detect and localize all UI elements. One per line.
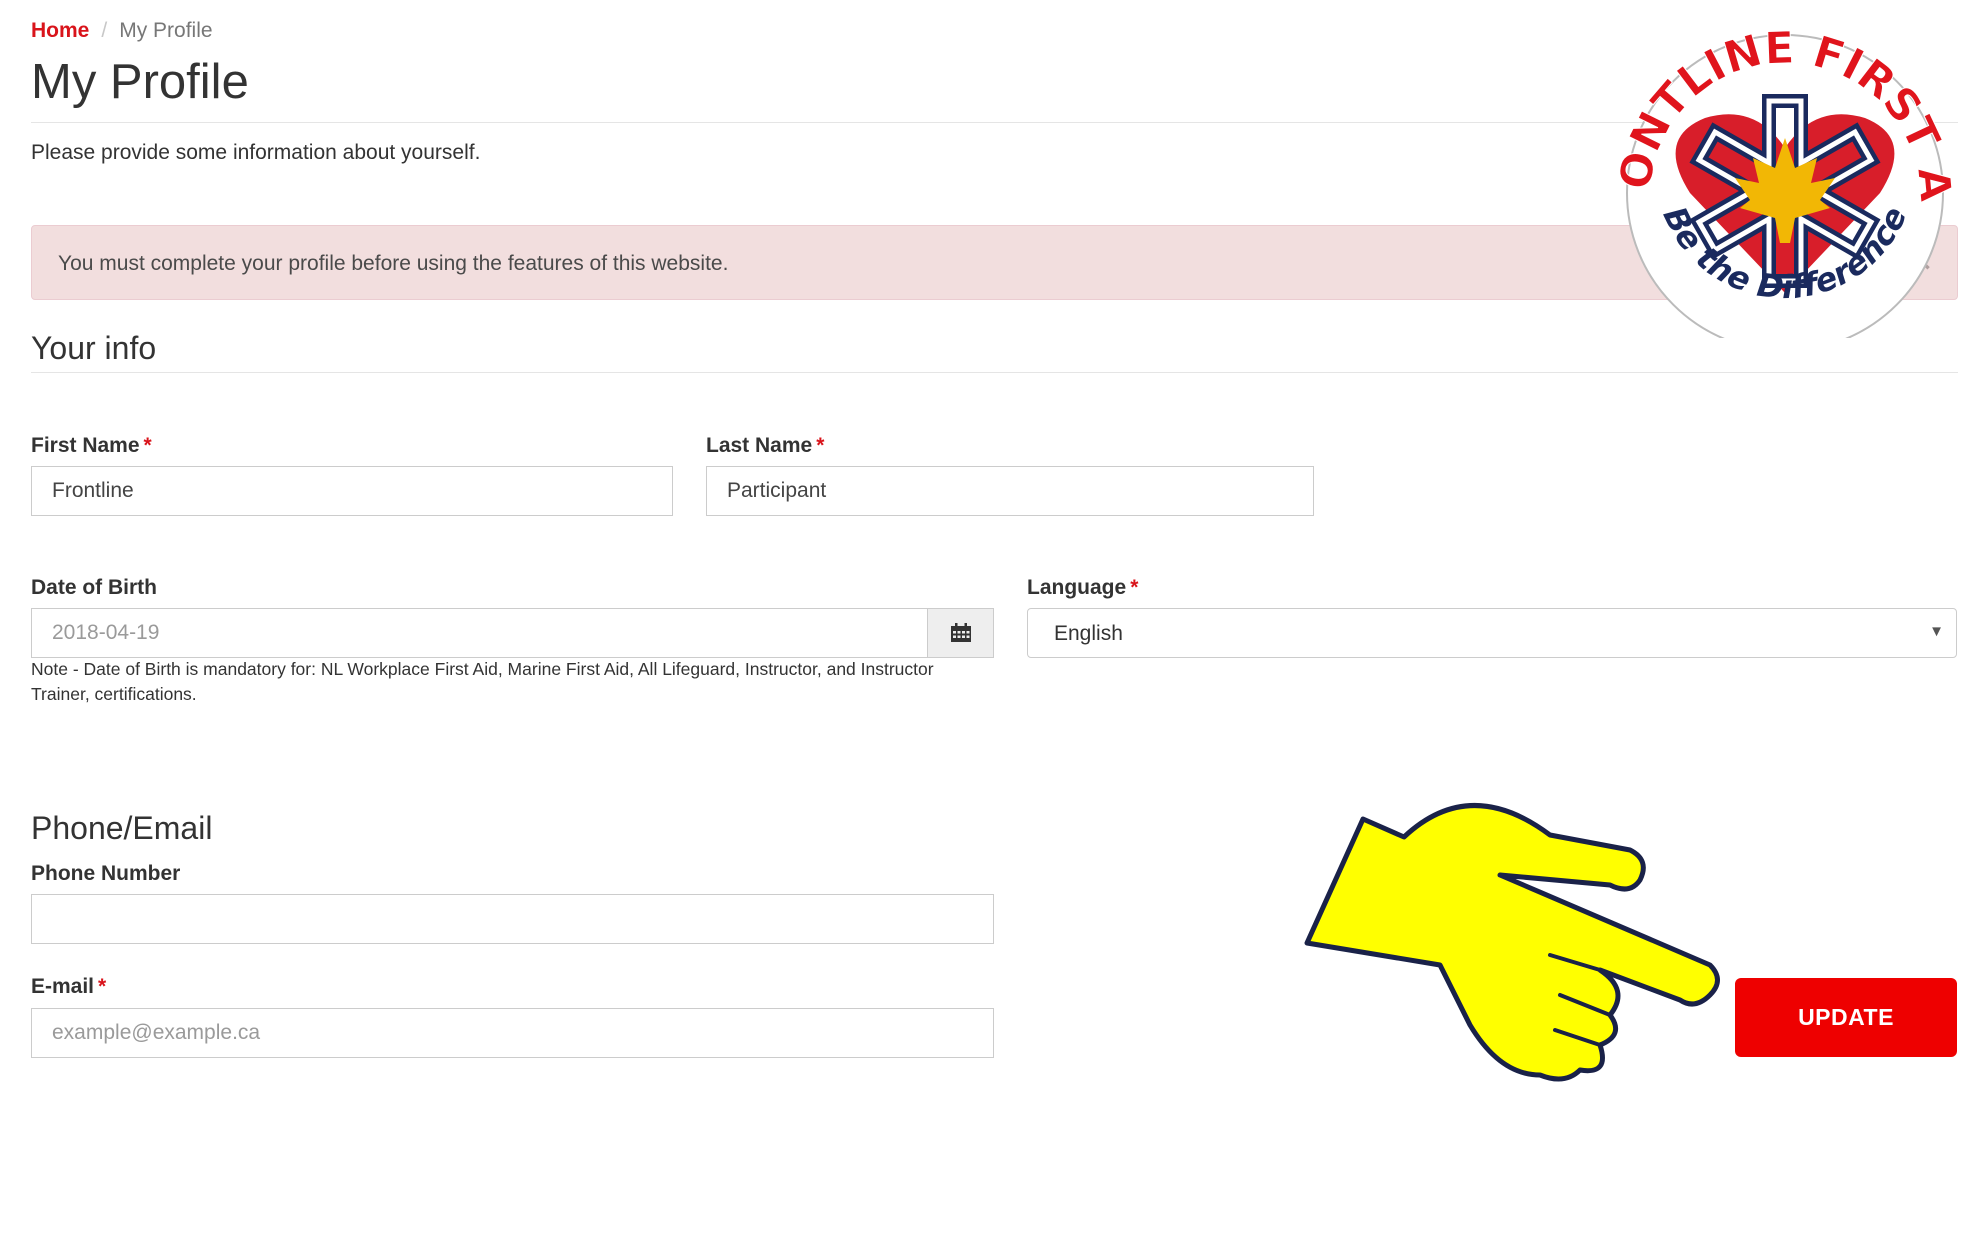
chevron-down-icon: ▼	[1929, 623, 1944, 640]
required-marker: *	[143, 434, 152, 457]
page-title: My Profile	[31, 55, 249, 109]
calendar-icon	[950, 623, 971, 642]
dob-label-text: Date of Birth	[31, 576, 157, 599]
alert-message: You must complete your profile before us…	[58, 252, 729, 275]
language-selected-value: English	[1054, 622, 1123, 645]
last-name-input[interactable]	[706, 466, 1314, 516]
email-label: E-mail *	[31, 975, 106, 999]
breadcrumb: Home / My Profile	[31, 19, 213, 43]
language-label: Language *	[1027, 576, 1138, 600]
dob-label: Date of Birth	[31, 576, 157, 600]
phone-label-text: Phone Number	[31, 862, 181, 885]
phone-email-heading: Phone/Email	[31, 810, 213, 846]
phone-label: Phone Number	[31, 862, 180, 886]
required-marker: *	[816, 434, 825, 457]
breadcrumb-home-link[interactable]: Home	[31, 19, 89, 42]
profile-page: Home / My Profile My Profile Please provid…	[0, 0, 1974, 1250]
your-info-heading: Your info	[31, 330, 157, 366]
first-name-input[interactable]	[31, 466, 673, 516]
language-select[interactable]: English ▼	[1027, 608, 1957, 658]
last-name-label-text: Last Name	[706, 434, 813, 457]
last-name-label: Last Name *	[706, 434, 824, 458]
first-name-label-text: First Name	[31, 434, 140, 457]
first-name-label: First Name *	[31, 434, 152, 458]
intro-text: Please provide some information about yo…	[31, 141, 481, 164]
dob-input[interactable]	[31, 608, 928, 658]
email-input[interactable]	[31, 1008, 994, 1058]
your-info-divider	[31, 372, 1958, 373]
dob-note: Note - Date of Birth is mandatory for: N…	[31, 659, 934, 704]
breadcrumb-separator: /	[101, 19, 108, 42]
dob-calendar-button[interactable]	[928, 608, 994, 658]
pointing-hand-icon	[1304, 803, 1720, 1082]
phone-input[interactable]	[31, 894, 994, 944]
update-button[interactable]: UPDATE	[1735, 978, 1957, 1057]
breadcrumb-current: My Profile	[119, 19, 213, 42]
frontline-first-aid-logo: FRONTLINE FIRST AID Be the Difference	[1595, 18, 1961, 338]
required-marker: *	[98, 975, 107, 998]
email-label-text: E-mail	[31, 975, 95, 998]
language-label-text: Language	[1027, 576, 1127, 599]
required-marker: *	[1130, 576, 1139, 599]
